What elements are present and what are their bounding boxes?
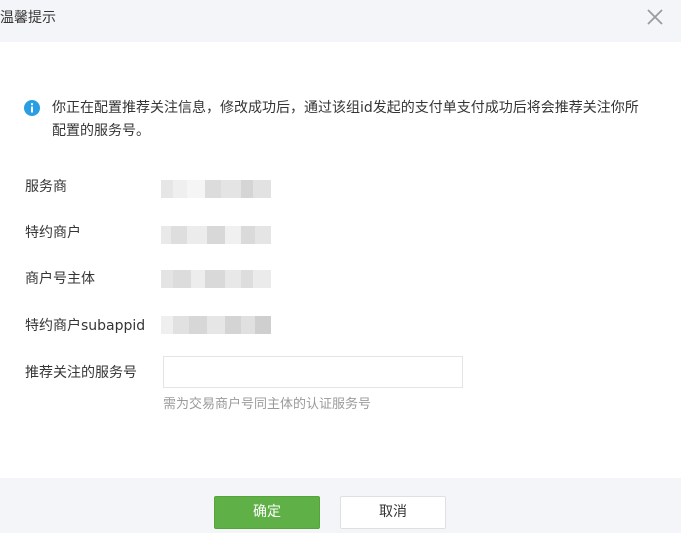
cancel-button[interactable]: 取消 <box>340 496 446 529</box>
recommend-account-hint: 需为交易商户号同主体的认证服务号 <box>163 397 372 412</box>
dialog-title: 温馨提示 <box>0 10 56 26</box>
masked-value-sub-merchant <box>161 226 271 244</box>
tip-text: 你正在配置推荐关注信息，修改成功后，通过该组id发起的支付单支付成功后将会推荐关… <box>52 100 639 139</box>
field-label-sub-merchant: 特约商户 <box>25 225 81 241</box>
masked-value-sub-appid <box>161 316 271 334</box>
close-icon <box>647 9 663 25</box>
info-icon <box>24 100 40 116</box>
close-button[interactable] <box>645 7 665 27</box>
dialog-footer: 确定 取消 <box>0 478 681 533</box>
field-label-recommend-account: 推荐关注的服务号 <box>25 365 137 381</box>
masked-value-merchant-entity <box>161 270 271 288</box>
field-label-sub-appid: 特约商户subappid <box>25 318 146 334</box>
dialog-header: 温馨提示 <box>0 0 681 42</box>
field-label-service-provider: 服务商 <box>25 179 67 195</box>
dialog: 温馨提示 你正在配置推荐关注信息，修改成功后，通过该组id发起的支付单支付成功后… <box>0 0 681 533</box>
masked-value-service-provider <box>161 180 271 198</box>
confirm-button[interactable]: 确定 <box>214 496 320 529</box>
recommend-account-input[interactable] <box>163 356 463 388</box>
field-label-merchant-entity: 商户号主体 <box>25 271 95 287</box>
